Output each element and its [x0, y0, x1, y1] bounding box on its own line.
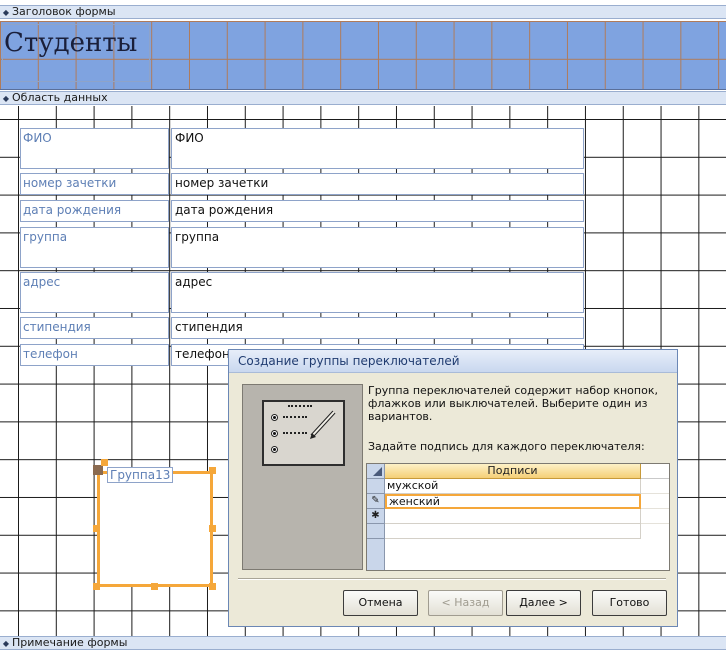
resize-handle[interactable] — [101, 459, 108, 466]
radio-on-icon — [271, 430, 278, 437]
field-group[interactable]: группа — [171, 227, 584, 268]
grid-spacer — [641, 479, 669, 494]
field-fio[interactable]: ФИО — [171, 128, 584, 169]
resize-handle[interactable] — [151, 583, 158, 590]
detail-label: Область данных — [12, 91, 108, 104]
cancel-button[interactable]: Отмена — [343, 590, 418, 616]
resize-handle[interactable] — [209, 467, 216, 474]
form-header-label: Заголовок формы — [12, 5, 116, 18]
wizard-illustration — [242, 384, 363, 570]
grid-empty-header — [641, 464, 669, 479]
back-button[interactable]: < Назад — [428, 590, 503, 616]
grid-spacer — [641, 494, 669, 509]
form-header-area[interactable]: Студенты — [0, 21, 726, 90]
form-footer-bar[interactable]: ◆ Примечание формы — [0, 636, 726, 650]
label-birth-date[interactable]: дата рождения — [20, 200, 169, 222]
section-arrow-icon: ◆ — [2, 94, 10, 103]
form-title[interactable]: Студенты — [2, 24, 150, 82]
row-selector[interactable] — [367, 479, 385, 494]
option-group-wizard-dialog: Создание группы переключателей Группа пе… — [228, 349, 678, 627]
move-handle[interactable] — [93, 465, 103, 475]
label-phone[interactable]: телефон — [20, 344, 169, 366]
row-selector — [367, 524, 385, 539]
radio-on-icon — [271, 414, 278, 421]
grid-cell[interactable]: мужской — [385, 479, 641, 494]
next-button[interactable]: Далее > — [506, 590, 581, 616]
resize-handle[interactable] — [209, 525, 216, 532]
grid-spacer — [641, 509, 669, 524]
option-group-illustration-icon — [262, 400, 345, 466]
radio-on-icon — [271, 446, 278, 453]
dialog-prompt: Задайте подпись для каждого переключател… — [368, 440, 645, 453]
resize-handle[interactable] — [209, 583, 216, 590]
label-group[interactable]: группа — [20, 227, 169, 268]
grid-cell-empty — [385, 524, 641, 539]
labels-grid[interactable]: Подписи мужской ✎ женский ✱ — [366, 463, 670, 571]
finish-button[interactable]: Готово — [592, 590, 667, 616]
section-arrow-icon: ◆ — [2, 639, 10, 648]
section-arrow-icon: ◆ — [2, 8, 10, 17]
new-row-icon[interactable]: ✱ — [367, 509, 385, 524]
illustration-row — [271, 446, 331, 456]
label-scholarship[interactable]: стипендия — [20, 317, 169, 339]
form-footer-label: Примечание формы — [12, 636, 128, 649]
label-address[interactable]: адрес — [20, 272, 169, 313]
pen-icon — [310, 410, 336, 439]
form-header-bar[interactable]: ◆ Заголовок формы — [0, 5, 726, 19]
option-group-frame[interactable] — [97, 471, 213, 587]
grid-cell-new[interactable] — [385, 509, 641, 524]
illustration-line — [283, 432, 307, 437]
resize-handle[interactable] — [93, 583, 100, 590]
field-birth-date[interactable]: дата рождения — [171, 200, 584, 222]
option-group-label[interactable]: Группа13 — [107, 467, 174, 483]
dialog-description: Группа переключателей содержит набор кно… — [368, 384, 658, 423]
dialog-separator — [238, 578, 666, 580]
label-record-book[interactable]: номер зачетки — [20, 173, 169, 195]
grid-selector-filler — [367, 539, 385, 570]
grid-cell-active[interactable]: женский — [385, 494, 641, 509]
label-fio[interactable]: ФИО — [20, 128, 169, 169]
select-all-icon[interactable] — [367, 464, 385, 479]
field-scholarship[interactable]: стипендия — [171, 317, 584, 339]
grid-column-header[interactable]: Подписи — [385, 464, 641, 479]
field-address[interactable]: адрес — [171, 272, 584, 313]
dialog-title[interactable]: Создание группы переключателей — [229, 350, 677, 373]
field-record-book[interactable]: номер зачетки — [171, 173, 584, 195]
illustration-line — [283, 416, 307, 421]
edit-pencil-icon[interactable]: ✎ — [367, 494, 385, 509]
resize-handle[interactable] — [93, 525, 100, 532]
detail-bar[interactable]: ◆ Область данных — [0, 91, 726, 105]
